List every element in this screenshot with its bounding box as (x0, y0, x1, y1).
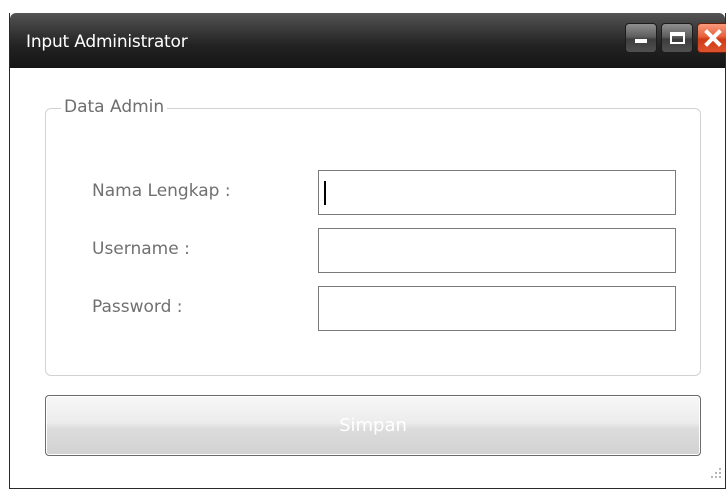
username-label: Username : (92, 239, 190, 259)
app-window: Input Administrator Data Admin Nama Leng… (9, 13, 726, 489)
window-title: Input Administrator (26, 32, 188, 52)
group-title: Data Admin (61, 97, 168, 117)
nama-lengkap-label: Nama Lengkap : (92, 181, 231, 201)
close-button[interactable] (697, 23, 726, 53)
save-button[interactable]: Simpan (45, 395, 701, 456)
text-caret (324, 181, 326, 205)
close-icon (704, 29, 722, 47)
nama-lengkap-input[interactable] (318, 170, 676, 215)
window-controls (625, 23, 726, 53)
username-input[interactable] (318, 228, 676, 273)
title-bar[interactable]: Input Administrator (10, 13, 726, 68)
maximize-button[interactable] (661, 23, 693, 53)
maximize-icon (669, 32, 685, 44)
password-label: Password : (92, 297, 183, 317)
minimize-button[interactable] (625, 23, 657, 53)
minimize-icon (635, 39, 647, 43)
data-admin-group: Data Admin Nama Lengkap : Username : Pas… (45, 97, 701, 376)
password-input[interactable] (318, 286, 676, 331)
resize-grip-icon[interactable] (711, 463, 721, 482)
